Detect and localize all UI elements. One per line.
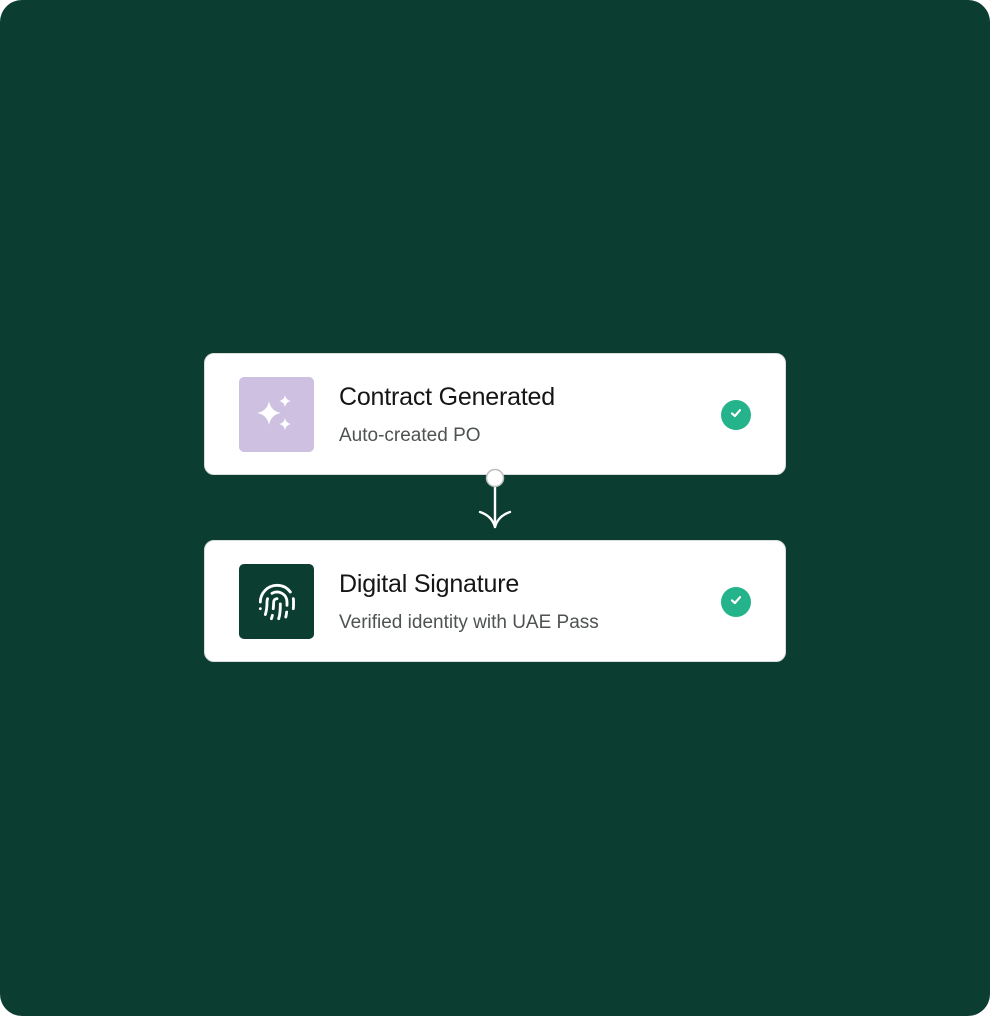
step-icon-tile [239,564,314,639]
fingerprint-icon [257,582,297,622]
step-card-contract-generated[interactable]: Contract Generated Auto-created PO [204,353,786,475]
status-badge [721,587,751,617]
step-subtitle: Auto-created PO [339,425,481,446]
step-icon-tile [239,377,314,452]
step-card-digital-signature[interactable]: Digital Signature Verified identity with… [204,540,786,662]
step-subtitle: Verified identity with UAE Pass [339,612,599,633]
workflow-panel: Contract Generated Auto-created PO Digit… [0,0,990,1016]
step-connector [470,464,520,534]
step-title: Digital Signature [339,570,520,598]
step-title: Contract Generated [339,383,555,411]
check-icon [729,593,743,612]
check-icon [729,406,743,425]
sparkles-icon [254,392,300,438]
status-badge [721,400,751,430]
